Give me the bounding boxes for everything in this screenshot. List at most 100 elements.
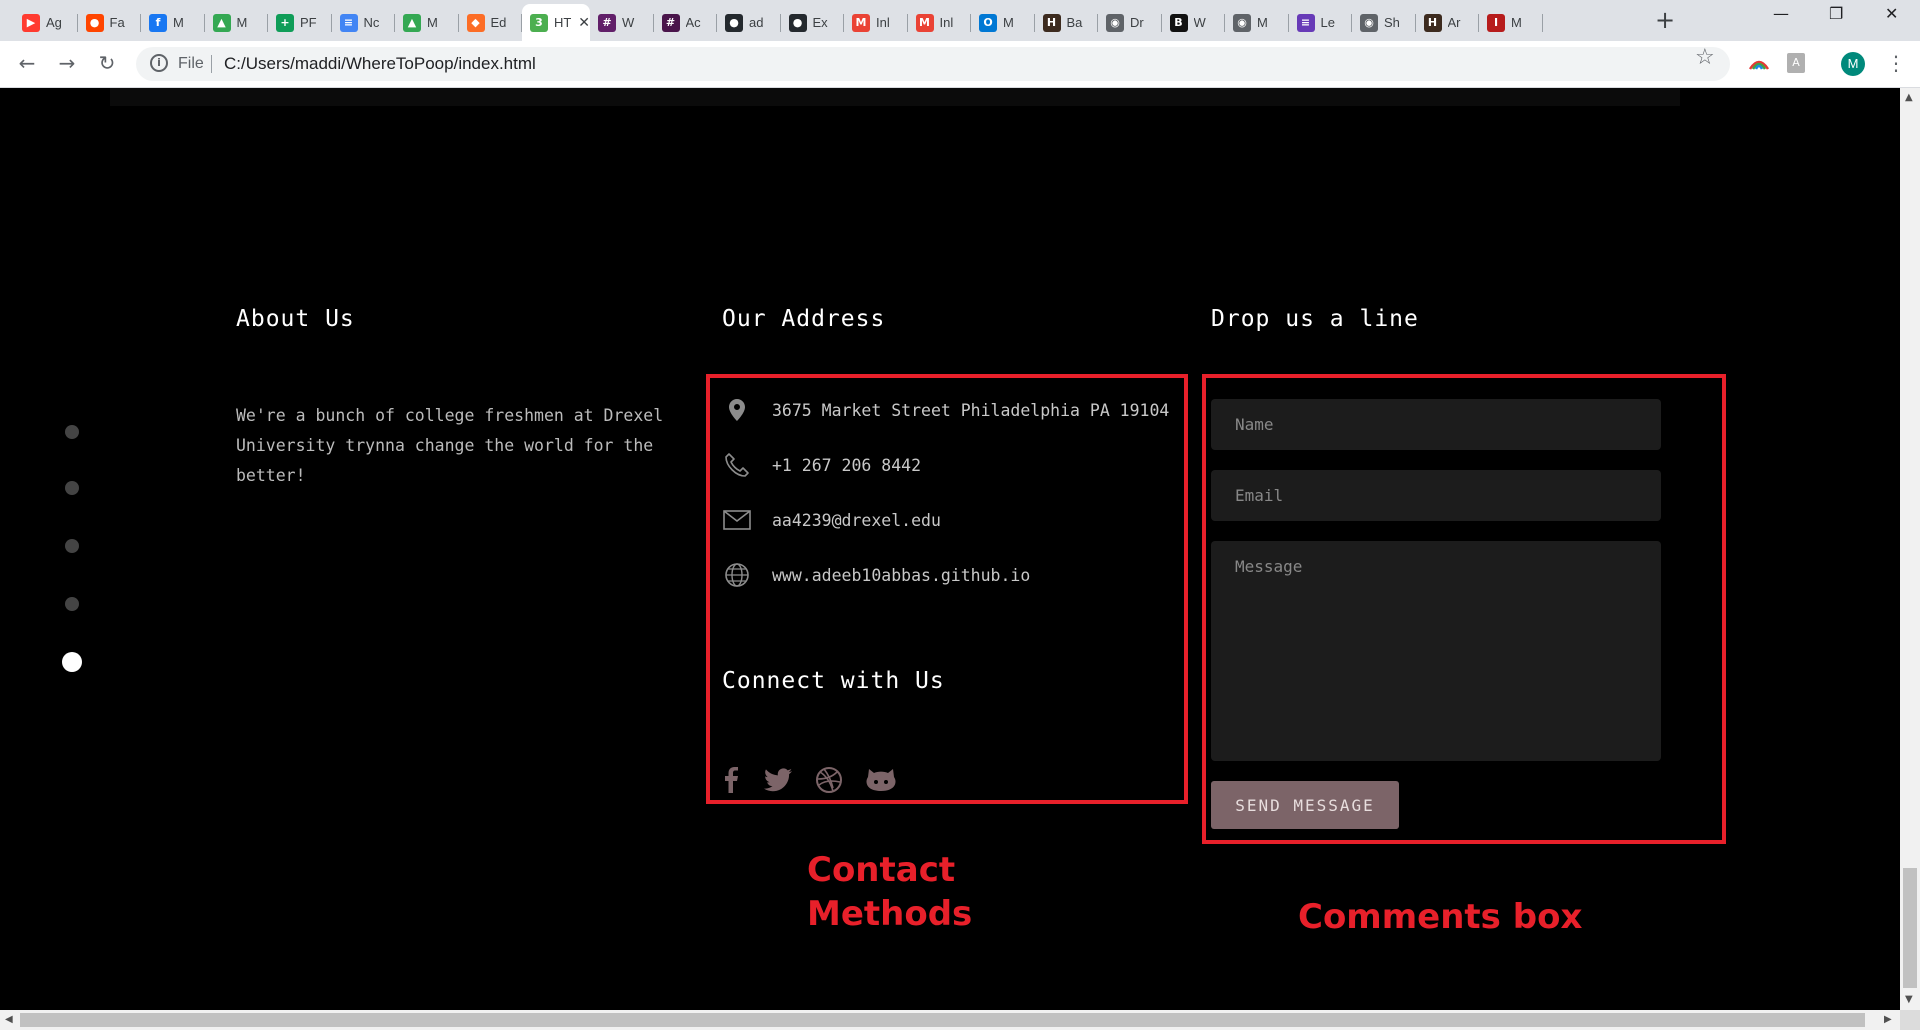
forward-icon[interactable]: → [54, 51, 80, 75]
extension-pdf-icon[interactable]: A [1787, 53, 1805, 73]
gitlab-icon: ◆ [466, 13, 485, 32]
tab-title: Sh [1384, 15, 1400, 30]
browser-tab[interactable]: ▲ M [205, 4, 269, 41]
browser-tab[interactable]: ◉ M [1225, 4, 1289, 41]
gmail-icon: M [915, 13, 934, 32]
profile-avatar[interactable]: M [1841, 52, 1865, 76]
back-icon[interactable]: ← [14, 51, 40, 75]
tab-title: M [427, 15, 438, 30]
sheets-icon: + [276, 13, 294, 32]
browser-tab[interactable]: ≡ Nc [332, 4, 396, 41]
address-title: Our Address [722, 306, 886, 332]
contact-methods-label-line1: Contact [807, 850, 956, 890]
minimize-button[interactable]: — [1773, 4, 1789, 23]
scroll-up-icon[interactable]: ▲ [1905, 92, 1913, 103]
vertical-scroll-thumb[interactable] [1903, 868, 1917, 988]
github-icon: ● [725, 13, 743, 32]
browser-tab[interactable]: ● ad [717, 4, 781, 41]
tab-title: Ba [1066, 15, 1083, 30]
close-window-button[interactable]: ✕ [1885, 4, 1898, 23]
browser-tab[interactable]: IM [1479, 4, 1543, 41]
browser-tab[interactable]: 3 HT ✕ [522, 4, 590, 41]
menu-icon[interactable]: ⋮ [1886, 51, 1906, 75]
restore-button[interactable]: ❐ [1829, 4, 1843, 23]
scrollbar-corner [1900, 1010, 1920, 1030]
contact-methods-label: Contact Methods [807, 848, 972, 936]
tab-title: Fa [109, 15, 125, 30]
outlook-icon: O [979, 13, 997, 32]
section-dot-5-active[interactable] [62, 652, 82, 672]
browser-tab[interactable]: H Ar [1416, 4, 1480, 41]
facebook-icon: f [149, 13, 167, 32]
tab-title: W [622, 15, 635, 30]
tab-list: ▶ Ag ● Fa f M ▲ M + PF ≡ Nc ▲ M ◆ Ed 3 HT ✕ # W # Ac ● ad ● Ex M Inl… [14, 4, 1543, 41]
address-divider [211, 55, 212, 73]
tab-title: HT [554, 15, 572, 30]
section-dot-4[interactable] [65, 597, 79, 611]
forms-icon: ≡ [1296, 13, 1315, 32]
browser-tab[interactable]: # W [590, 4, 654, 41]
comments-box-label: Comments box [1298, 897, 1583, 937]
browser-tab[interactable]: M Inl [908, 4, 972, 41]
tab-strip: ▶ Ag ● Fa f M ▲ M + PF ≡ Nc ▲ M ◆ Ed 3 HT ✕ # W # Ac ● ad ● Ex M Inl… [0, 0, 1920, 41]
browser-tab[interactable]: BW [1162, 4, 1226, 41]
scroll-down-icon[interactable]: ▼ [1905, 994, 1913, 1005]
tab-title: Nc [363, 15, 380, 30]
browser-tab[interactable]: # Ac [654, 4, 718, 41]
address-scheme: File [178, 55, 204, 72]
tab-title: Ed [490, 15, 507, 30]
slack-icon: # [598, 13, 616, 32]
reddit-icon: ● [85, 13, 104, 32]
browser-tab[interactable]: ▲ M [395, 4, 459, 41]
horizontal-scrollbar[interactable]: ◀ ▶ [0, 1010, 1900, 1030]
browser-tab[interactable]: ◉ Sh [1352, 4, 1416, 41]
tab-title: Ac [685, 15, 701, 30]
browser-tab[interactable]: ● Fa [78, 4, 142, 41]
scroll-left-icon[interactable]: ◀ [5, 1014, 13, 1025]
close-tab-icon[interactable]: ✕ [578, 15, 590, 31]
browser-tab[interactable]: + PF [268, 4, 332, 41]
info-icon[interactable]: i [150, 54, 168, 72]
browser-tab[interactable]: ◆ Ed [459, 4, 523, 41]
previous-section-edge [110, 88, 1680, 106]
form-title: Drop us a line [1211, 306, 1419, 332]
bookmark-star-icon[interactable]: ☆ [1695, 45, 1715, 70]
drexel-icon: H [1423, 13, 1442, 32]
section-dot-3[interactable] [65, 539, 79, 553]
vertical-scrollbar[interactable]: ▲ ▼ [1900, 88, 1920, 1010]
drive-icon: ▲ [403, 13, 421, 32]
tab-title: Ex [812, 15, 828, 30]
tab-title: M [1257, 15, 1268, 30]
section-dot-1[interactable] [65, 425, 79, 439]
extension-rainbow-icon[interactable] [1748, 57, 1770, 71]
library-icon: I [1487, 13, 1505, 32]
scroll-right-icon[interactable]: ▶ [1884, 1014, 1892, 1025]
browser-tab[interactable]: M Inl [844, 4, 908, 41]
browser-tab[interactable]: H Ba [1035, 4, 1099, 41]
browser-tab[interactable]: ◉ Dr [1098, 4, 1162, 41]
tab-title: Ar [1447, 15, 1461, 30]
drexel-icon: H [1042, 13, 1061, 32]
globe-icon: ◉ [1106, 13, 1124, 32]
browser-tab[interactable]: OM [971, 4, 1035, 41]
browser-tab[interactable]: ▶ Ag [14, 4, 78, 41]
tab-title: M [173, 15, 184, 30]
comments-box-highlight [1202, 374, 1726, 844]
drive-icon: ▲ [212, 13, 231, 32]
address-url[interactable]: C:/Users/maddi/WhereToPoop/index.html [224, 54, 536, 74]
contact-methods-label-line2: Methods [807, 894, 973, 934]
address-bar[interactable]: i File C:/Users/maddi/WhereToPoop/index.… [136, 47, 1730, 81]
new-tab-button[interactable]: + [1655, 6, 1675, 34]
browser-tab[interactable]: ● Ex [781, 4, 845, 41]
blackboard-icon: B [1169, 13, 1188, 32]
w3schools-icon: 3 [530, 13, 548, 32]
section-dot-2[interactable] [65, 481, 79, 495]
browser-tab[interactable]: ≡ Le [1289, 4, 1353, 41]
tab-title: Dr [1130, 15, 1144, 30]
browser-toolbar: ← → ↻ i File C:/Users/maddi/WhereToPoop/… [0, 41, 1920, 88]
browser-tab[interactable]: fM [141, 4, 205, 41]
reload-icon[interactable]: ↻ [94, 51, 120, 75]
contact-methods-highlight [706, 374, 1188, 804]
tab-title: M [236, 15, 248, 30]
horizontal-scroll-thumb[interactable] [20, 1013, 1865, 1027]
